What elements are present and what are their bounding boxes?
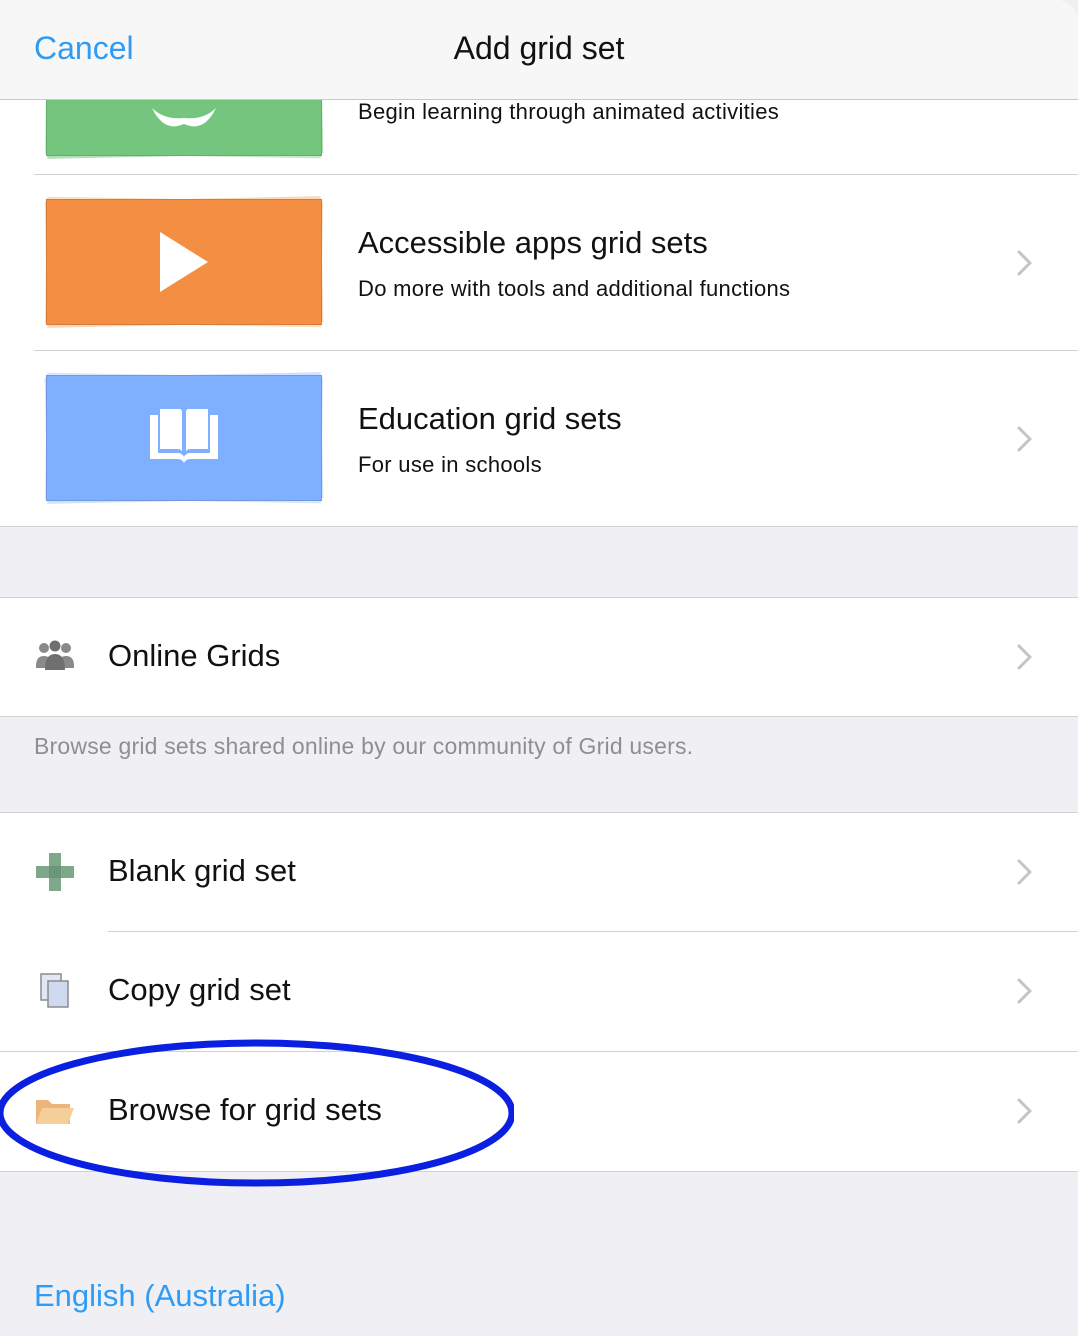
category-row-education[interactable]: Education grid sets For use in schools: [0, 351, 1078, 526]
online-grids-row[interactable]: Online Grids: [0, 598, 1078, 716]
blank-grid-set-label: Blank grid set: [108, 853, 296, 888]
category-row-accessible-apps[interactable]: Accessible apps grid sets Do more with t…: [0, 175, 1078, 350]
category-subtitle: Do more with tools and additional functi…: [358, 276, 791, 301]
chevron-right-icon: [1016, 977, 1034, 1005]
screen: Cancel Add grid set Begin learning throu…: [0, 0, 1078, 1336]
language-selector[interactable]: English (Australia): [34, 1278, 286, 1314]
chevron-right-icon: [1016, 858, 1034, 886]
book-icon: [46, 375, 322, 501]
category-tile: [44, 372, 324, 504]
online-grids-label: Online Grids: [108, 638, 281, 673]
page-title: Add grid set: [453, 30, 625, 66]
actions-list: Blank grid set Copy grid set Browse for …: [0, 813, 1078, 1171]
nav-bar: Cancel Add grid set: [0, 0, 1078, 100]
category-tile: [44, 196, 324, 328]
browse-grid-sets-label: Browse for grid sets: [108, 1092, 382, 1127]
chevron-right-icon: [1016, 425, 1034, 453]
blank-grid-set-row[interactable]: Blank grid set: [0, 813, 1078, 931]
copy-icon: [34, 970, 76, 1012]
people-icon: [34, 636, 76, 678]
category-title: Accessible apps grid sets: [358, 225, 708, 260]
copy-grid-set-label: Copy grid set: [108, 972, 291, 1007]
category-title: Education grid sets: [358, 401, 622, 436]
plus-icon: [34, 851, 76, 893]
copy-grid-set-row[interactable]: Copy grid set: [0, 932, 1078, 1051]
play-icon: [46, 199, 322, 325]
folder-icon: [34, 1090, 76, 1132]
chevron-right-icon: [1016, 643, 1034, 671]
chevron-right-icon: [1016, 249, 1034, 277]
chevron-right-icon: [1016, 1097, 1034, 1125]
category-subtitle: Begin learning through animated activiti…: [358, 99, 780, 124]
browse-grid-sets-row[interactable]: Browse for grid sets: [0, 1052, 1078, 1171]
online-grids-note: Browse grid sets shared online by our co…: [34, 733, 694, 759]
category-subtitle: For use in schools: [358, 452, 542, 477]
